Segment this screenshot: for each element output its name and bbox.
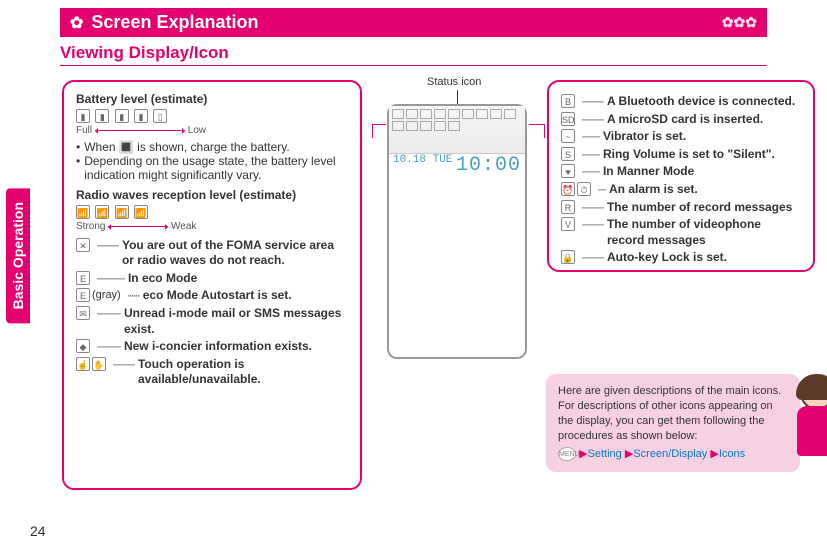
touch-on-icon: ☝ bbox=[76, 357, 90, 371]
callout-connector bbox=[457, 90, 458, 104]
autokey-lock-icon: 🔒 bbox=[561, 250, 575, 264]
manner-mode-icon: ♥ bbox=[561, 164, 575, 178]
clover-icon: ✿ bbox=[70, 13, 83, 33]
speech-nav-row: MENU ▶Setting ▶Screen/Display ▶Icons bbox=[558, 447, 788, 462]
page-number: 24 bbox=[30, 523, 46, 539]
battery-bullet-2: Depending on the usage state, the batter… bbox=[84, 154, 348, 182]
status-icon bbox=[420, 121, 432, 131]
header-decoration-icon: ✿✿✿ bbox=[722, 14, 757, 31]
phone-date: 10.18 TUE bbox=[393, 154, 452, 177]
menu-icon: MENU bbox=[558, 447, 576, 461]
assistant-character-icon bbox=[782, 376, 827, 496]
status-icon bbox=[434, 121, 446, 131]
battery-full-label: Full bbox=[76, 125, 92, 136]
touch-off-icon: ✋ bbox=[92, 357, 106, 371]
signal-4-icon: 📶 bbox=[76, 205, 90, 219]
section-title: Screen Explanation bbox=[91, 12, 258, 33]
i-concier-icon: ◆ bbox=[76, 339, 90, 353]
callout-bracket-left bbox=[372, 124, 386, 138]
phone-clock: 10:00 bbox=[456, 154, 521, 177]
section-subtitle: Viewing Display/Icon bbox=[60, 43, 767, 66]
callout-bracket-right bbox=[529, 124, 545, 138]
mail-icon: ✉ bbox=[76, 306, 90, 320]
status-icon bbox=[476, 109, 488, 119]
battery-low-icon: ▯ bbox=[153, 109, 167, 123]
bluetooth-icon: B bbox=[561, 94, 575, 108]
battery-low-label: Low bbox=[188, 125, 206, 136]
left-explanation-box: Battery level (estimate) ▮ ▮ ▮ ▮ ▯ Full … bbox=[62, 80, 362, 490]
left-entries: ✕···········You are out of the FOMA serv… bbox=[76, 238, 348, 388]
status-icon bbox=[462, 109, 474, 119]
status-icon bbox=[504, 109, 516, 119]
status-icon bbox=[490, 109, 502, 119]
radio-strong-label: Strong bbox=[76, 221, 105, 232]
eco-mode-icon: E bbox=[76, 271, 90, 285]
battery-heading: Battery level (estimate) bbox=[76, 92, 348, 106]
signal-3-icon: 📶 bbox=[95, 205, 109, 219]
silent-icon: S bbox=[561, 147, 575, 161]
nav-step-1: Setting bbox=[588, 448, 622, 460]
status-icon bbox=[392, 121, 404, 131]
microsd-icon: SD bbox=[561, 112, 575, 126]
scale-arrow-icon bbox=[95, 130, 185, 131]
battery-icons-row: ▮ ▮ ▮ ▮ ▯ bbox=[76, 108, 348, 123]
status-icon bbox=[448, 121, 460, 131]
battery-bullet-1: When 🔳 is shown, charge the battery. bbox=[84, 140, 289, 154]
alarm-icon-2: ⏱ bbox=[577, 182, 591, 196]
status-icon-label: Status icon bbox=[427, 76, 481, 88]
help-speech-bubble: Here are given descriptions of the main … bbox=[546, 374, 800, 472]
battery-2-icon: ▮ bbox=[115, 109, 129, 123]
signal-2-icon: 📶 bbox=[115, 205, 129, 219]
status-icon bbox=[434, 109, 446, 119]
phone-mockup: 10.18 TUE 10:00 bbox=[387, 104, 527, 359]
status-icon bbox=[406, 109, 418, 119]
vibrator-icon: ~ bbox=[561, 129, 575, 143]
status-icon bbox=[406, 121, 418, 131]
status-icon bbox=[420, 109, 432, 119]
status-icon bbox=[448, 109, 460, 119]
section-header: ✿ Screen Explanation ✿✿✿ bbox=[60, 8, 767, 37]
radio-icons-row: 📶 📶 📶 📶 bbox=[76, 204, 348, 219]
nav-step-2: Screen/Display bbox=[633, 448, 707, 460]
signal-1-icon: 📶 bbox=[134, 205, 148, 219]
no-service-icon: ✕ bbox=[76, 238, 90, 252]
record-msg-icon: R bbox=[561, 200, 575, 214]
battery-scale-row: Full Low bbox=[76, 125, 348, 136]
eco-gray-icon: E bbox=[76, 288, 90, 302]
video-record-icon: V bbox=[561, 217, 575, 231]
battery-1-icon: ▮ bbox=[134, 109, 148, 123]
radio-scale-row: Strong Weak bbox=[76, 221, 348, 232]
phone-statusbar bbox=[389, 106, 525, 154]
status-icon bbox=[392, 109, 404, 119]
alarm-icon: ⏰ bbox=[561, 182, 575, 196]
nav-step-3: Icons bbox=[719, 448, 745, 460]
right-explanation-box: B···········A Bluetooth device is connec… bbox=[547, 80, 815, 272]
scale-arrow-icon bbox=[108, 226, 168, 227]
battery-bullets: •When 🔳 is shown, charge the battery. •D… bbox=[76, 140, 348, 182]
chapter-tab: Basic Operation bbox=[6, 188, 30, 323]
speech-intro: Here are given descriptions of the main … bbox=[558, 384, 788, 443]
battery-full-icon: ▮ bbox=[76, 109, 90, 123]
radio-weak-label: Weak bbox=[171, 221, 196, 232]
battery-3-icon: ▮ bbox=[95, 109, 109, 123]
radio-heading: Radio waves reception level (estimate) bbox=[76, 188, 348, 202]
